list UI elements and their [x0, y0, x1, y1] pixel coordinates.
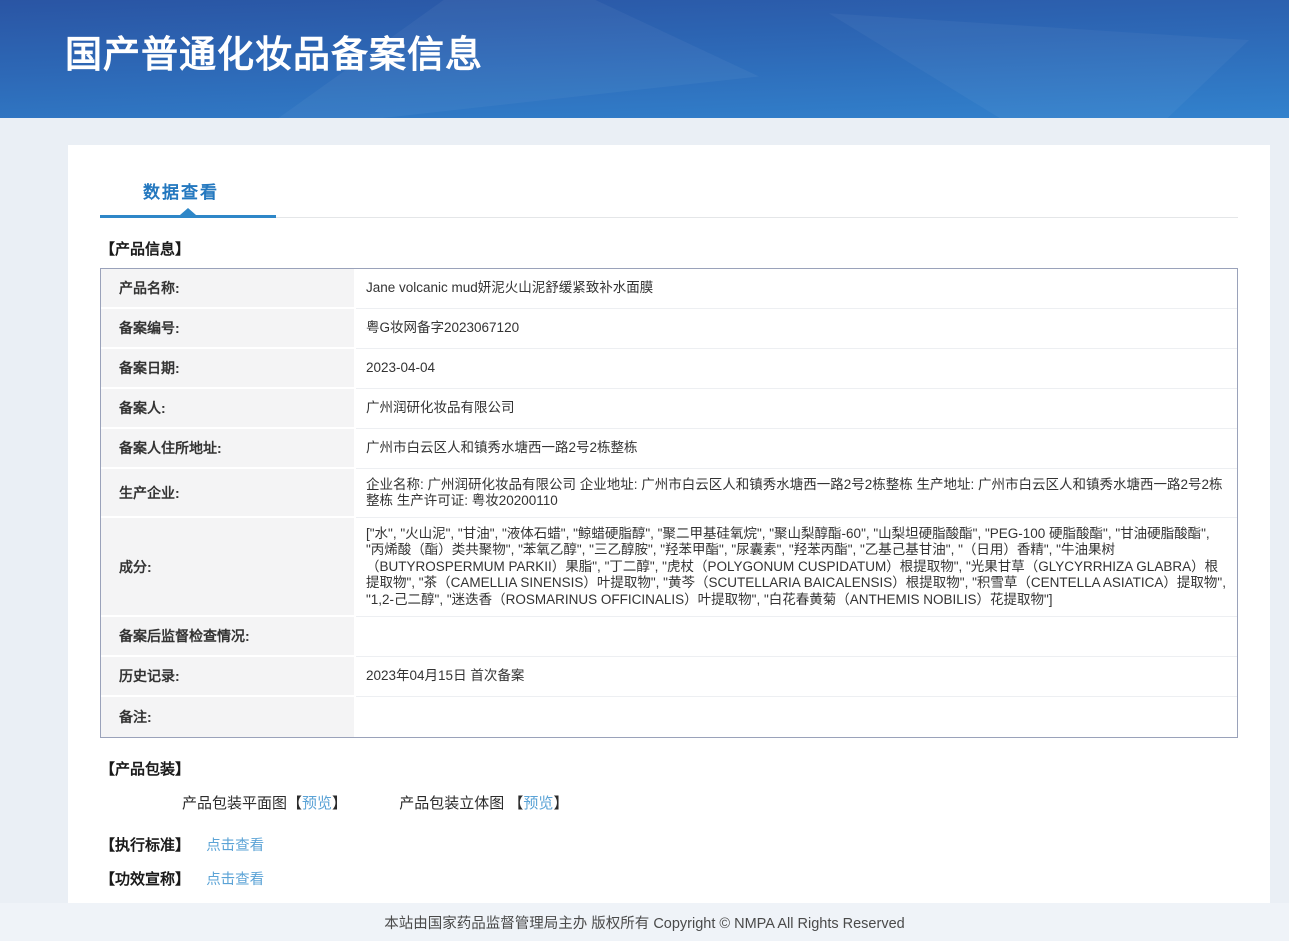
row-label: 备案人住所地址: [101, 429, 356, 469]
row-value: 广州市白云区人和镇秀水塘西一路2号2栋整栋 [356, 429, 1237, 469]
packaging-flat-item: 产品包装平面图【预览】 [182, 795, 347, 812]
content-card: 数据查看 【产品信息】 产品名称: Jane volcanic mud妍泥火山泥… [68, 145, 1270, 903]
row-value: ["水", "火山泥", "甘油", "液体石蜡", "鲸蜡硬脂醇", "聚二甲… [356, 518, 1237, 617]
packaging-section-title: 【产品包装】 [100, 758, 1238, 779]
page-footer: 本站由国家药品监督管理局主办 版权所有 Copyright © NMPA All… [0, 903, 1289, 941]
row-value [356, 617, 1237, 657]
bracket: 】 [332, 795, 347, 812]
standard-view-link[interactable]: 点击查看 [206, 838, 264, 854]
efficacy-view-link[interactable]: 点击查看 [206, 872, 264, 888]
row-value: 粤G妆网备字2023067120 [356, 309, 1237, 349]
table-row: 生产企业: 企业名称: 广州润研化妆品有限公司 企业地址: 广州市白云区人和镇秀… [101, 469, 1237, 518]
tab-active-underline [100, 215, 276, 218]
table-row: 备案编号: 粤G妆网备字2023067120 [101, 309, 1237, 349]
row-value: 企业名称: 广州润研化妆品有限公司 企业地址: 广州市白云区人和镇秀水塘西一路2… [356, 469, 1237, 518]
table-row: 备案日期: 2023-04-04 [101, 349, 1237, 389]
row-label: 备案日期: [101, 349, 356, 389]
packaging-flat-preview-link[interactable]: 预览 [302, 795, 332, 812]
tab-data-view[interactable]: 数据查看 [143, 178, 219, 203]
row-label: 产品名称: [101, 269, 356, 309]
page-header: 国产普通化妆品备案信息 [0, 0, 1289, 118]
packaging-stereo-label: 产品包装立体图 [399, 795, 508, 812]
bracket: 【 [508, 795, 523, 812]
tab-divider [100, 215, 1238, 218]
row-value: 2023年04月15日 首次备案 [356, 657, 1237, 697]
packaging-flat-label: 产品包装平面图 [182, 795, 287, 812]
product-info-section-title: 【产品信息】 [100, 238, 1238, 259]
row-label: 历史记录: [101, 657, 356, 697]
row-value: 2023-04-04 [356, 349, 1237, 389]
row-value: 广州润研化妆品有限公司 [356, 389, 1237, 429]
product-info-table: 产品名称: Jane volcanic mud妍泥火山泥舒缓紧致补水面膜 备案编… [100, 268, 1238, 738]
table-row: 备注: [101, 697, 1237, 737]
row-label: 备案编号: [101, 309, 356, 349]
table-row: 备案后监督检查情况: [101, 617, 1237, 657]
table-row: 历史记录: 2023年04月15日 首次备案 [101, 657, 1237, 697]
packaging-stereo-preview-link[interactable]: 预览 [523, 795, 553, 812]
header-decoration-polygon [811, 0, 1249, 118]
standard-section-title: 【执行标准】 [100, 837, 190, 854]
packaging-stereo-item: 产品包装立体图 【预览】 [399, 795, 568, 812]
table-row: 成分: ["水", "火山泥", "甘油", "液体石蜡", "鲸蜡硬脂醇", … [101, 518, 1237, 617]
row-label: 备注: [101, 697, 356, 737]
bracket: 】 [553, 795, 568, 812]
table-row: 备案人: 广州润研化妆品有限公司 [101, 389, 1237, 429]
tab-active-triangle-icon [180, 208, 196, 215]
row-label: 生产企业: [101, 469, 356, 518]
tab-bar: 数据查看 [100, 145, 1238, 218]
row-label: 成分: [101, 518, 356, 617]
efficacy-row: 【功效宣称】 点击查看 [100, 868, 1238, 889]
standard-row: 【执行标准】 点击查看 [100, 834, 1238, 855]
row-label: 备案人: [101, 389, 356, 429]
row-value [356, 697, 1237, 737]
copyright-text: 本站由国家药品监督管理局主办 版权所有 Copyright © NMPA All… [384, 912, 904, 933]
table-row: 产品名称: Jane volcanic mud妍泥火山泥舒缓紧致补水面膜 [101, 269, 1237, 309]
table-row: 备案人住所地址: 广州市白云区人和镇秀水塘西一路2号2栋整栋 [101, 429, 1237, 469]
row-value: Jane volcanic mud妍泥火山泥舒缓紧致补水面膜 [356, 269, 1237, 309]
bracket: 【 [287, 795, 302, 812]
row-label: 备案后监督检查情况: [101, 617, 356, 657]
efficacy-section-title: 【功效宣称】 [100, 871, 190, 888]
packaging-links-row: 产品包装平面图【预览】 产品包装立体图 【预览】 [100, 792, 1238, 813]
page-title: 国产普通化妆品备案信息 [65, 24, 483, 78]
